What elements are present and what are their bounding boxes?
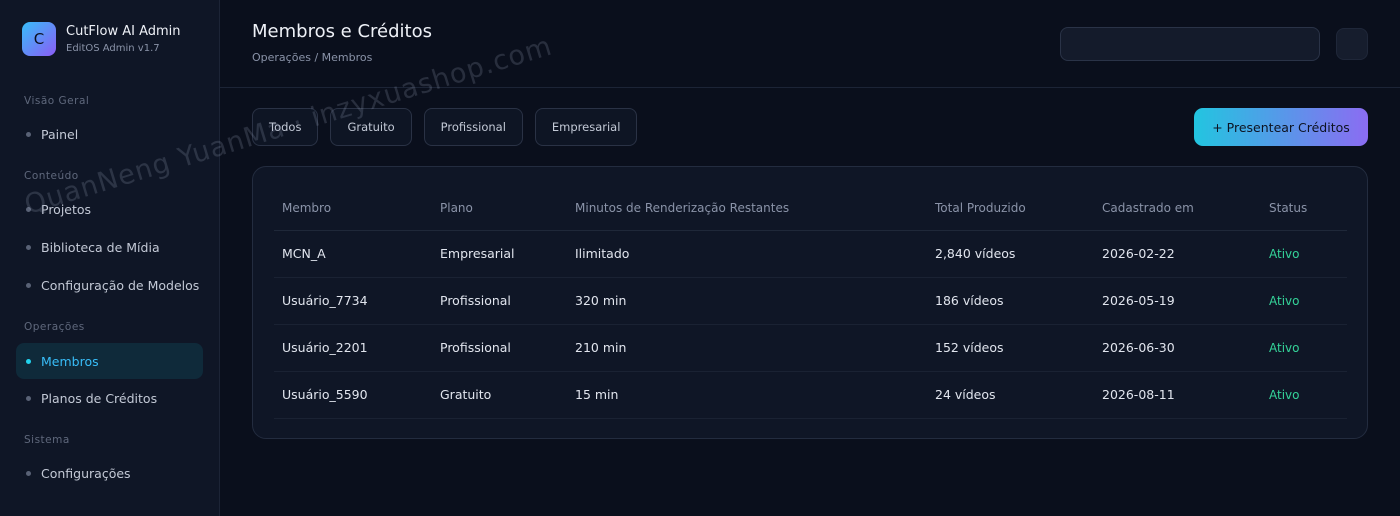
header-action-icon[interactable] (1336, 28, 1368, 60)
sidebar-item-projetos[interactable]: Projetos (16, 191, 203, 227)
status-badge: Ativo (1261, 277, 1347, 325)
cell-date: 2026-08-11 (1094, 371, 1261, 419)
cell-minutes: 320 min (567, 277, 927, 325)
cell-minutes: 210 min (567, 324, 927, 372)
plan-filter-group: Todos Gratuito Profissional Empresarial (252, 108, 649, 146)
status-badge: Ativo (1261, 230, 1347, 278)
sidebar-item-label: Planos de Créditos (41, 390, 158, 406)
gift-credits-button[interactable]: + Presentear Créditos (1194, 108, 1368, 146)
sidebar-item-label: Painel (41, 126, 79, 142)
sidebar-item-label: Membros (41, 353, 99, 369)
brand-logo-icon: C (22, 22, 56, 56)
table-row[interactable]: Usuário_7734 Profissional 320 min 186 ví… (274, 277, 1347, 325)
sidebar-item-label: Biblioteca de Mídia (41, 239, 160, 255)
cell-plan: Empresarial (432, 230, 567, 278)
cell-minutes: Ilimitado (567, 230, 927, 278)
table-header-row: Membro Plano Minutos de Renderização Res… (274, 187, 1347, 231)
table-row[interactable]: Usuário_2201 Profissional 210 min 152 ví… (274, 324, 1347, 372)
sidebar-item-configuracoes[interactable]: Configurações (16, 455, 203, 491)
page-title: Membros e Créditos (252, 21, 432, 42)
sidebar-item-membros[interactable]: Membros (16, 343, 203, 379)
column-header-membro: Membro (274, 187, 432, 231)
filter-profissional-button[interactable]: Profissional (423, 108, 523, 146)
table-row[interactable]: MCN_A Empresarial Ilimitado 2,840 vídeos… (274, 230, 1347, 278)
filter-empresarial-button[interactable]: Empresarial (534, 108, 638, 146)
sidebar-item-planos[interactable]: Planos de Créditos (16, 380, 203, 416)
cell-minutes: 15 min (567, 371, 927, 419)
cell-date: 2026-06-30 (1094, 324, 1261, 372)
bullet-icon (26, 395, 31, 401)
sidebar-item-modelos[interactable]: Configuração de Modelos (16, 267, 203, 303)
bullet-icon (26, 358, 31, 364)
members-table: Membro Plano Minutos de Renderização Res… (274, 187, 1347, 419)
filter-gratuito-button[interactable]: Gratuito (330, 108, 412, 146)
page-header: Membros e Créditos Operações / Membros (220, 0, 1400, 88)
cell-member: Usuário_7734 (274, 277, 432, 325)
sidebar-item-biblioteca[interactable]: Biblioteca de Mídia (16, 229, 203, 265)
column-header-cadastrado: Cadastrado em (1094, 187, 1261, 231)
bullet-icon (26, 470, 31, 476)
bullet-icon (26, 282, 31, 288)
filter-todos-button[interactable]: Todos (252, 108, 319, 146)
bullet-icon (26, 206, 31, 212)
members-table-card: Membro Plano Minutos de Renderização Res… (252, 166, 1368, 439)
status-badge: Ativo (1261, 324, 1347, 372)
brand-subtitle: EditOS Admin v1.7 (66, 42, 160, 54)
brand-title: CutFlow AI Admin (66, 23, 181, 39)
search-input[interactable] (1060, 27, 1320, 61)
sidebar-item-painel[interactable]: Painel (16, 116, 203, 152)
nav-section-overview: Visão Geral (24, 95, 90, 107)
sidebar-item-label: Configurações (41, 465, 131, 481)
sidebar-item-label: Configuração de Modelos (41, 277, 200, 293)
sidebar: C CutFlow AI Admin EditOS Admin v1.7 Vis… (0, 0, 220, 516)
sidebar-item-label: Projetos (41, 201, 92, 217)
cell-total: 186 vídeos (927, 277, 1094, 325)
table-row[interactable]: Usuário_5590 Gratuito 15 min 24 vídeos 2… (274, 371, 1347, 419)
cell-plan: Profissional (432, 324, 567, 372)
cell-plan: Profissional (432, 277, 567, 325)
nav-section-operations: Operações (24, 321, 85, 333)
column-header-plano: Plano (432, 187, 567, 231)
column-header-minutos: Minutos de Renderização Restantes (567, 187, 927, 231)
brand-text: CutFlow AI Admin EditOS Admin v1.7 (66, 23, 181, 56)
status-badge: Ativo (1261, 371, 1347, 419)
cell-plan: Gratuito (432, 371, 567, 419)
column-header-status: Status (1261, 187, 1347, 231)
cell-total: 24 vídeos (927, 371, 1094, 419)
nav-section-system: Sistema (24, 434, 70, 446)
cell-member: MCN_A (274, 230, 432, 278)
cell-member: Usuário_5590 (274, 371, 432, 419)
breadcrumb: Operações / Membros (252, 51, 373, 64)
cell-total: 152 vídeos (927, 324, 1094, 372)
cell-date: 2026-02-22 (1094, 230, 1261, 278)
bullet-icon (26, 131, 31, 137)
cell-member: Usuário_2201 (274, 324, 432, 372)
bullet-icon (26, 244, 31, 250)
cell-total: 2,840 vídeos (927, 230, 1094, 278)
nav-section-content: Conteúdo (24, 170, 79, 182)
cell-date: 2026-05-19 (1094, 277, 1261, 325)
brand: C CutFlow AI Admin EditOS Admin v1.7 (22, 22, 181, 56)
column-header-total: Total Produzido (927, 187, 1094, 231)
